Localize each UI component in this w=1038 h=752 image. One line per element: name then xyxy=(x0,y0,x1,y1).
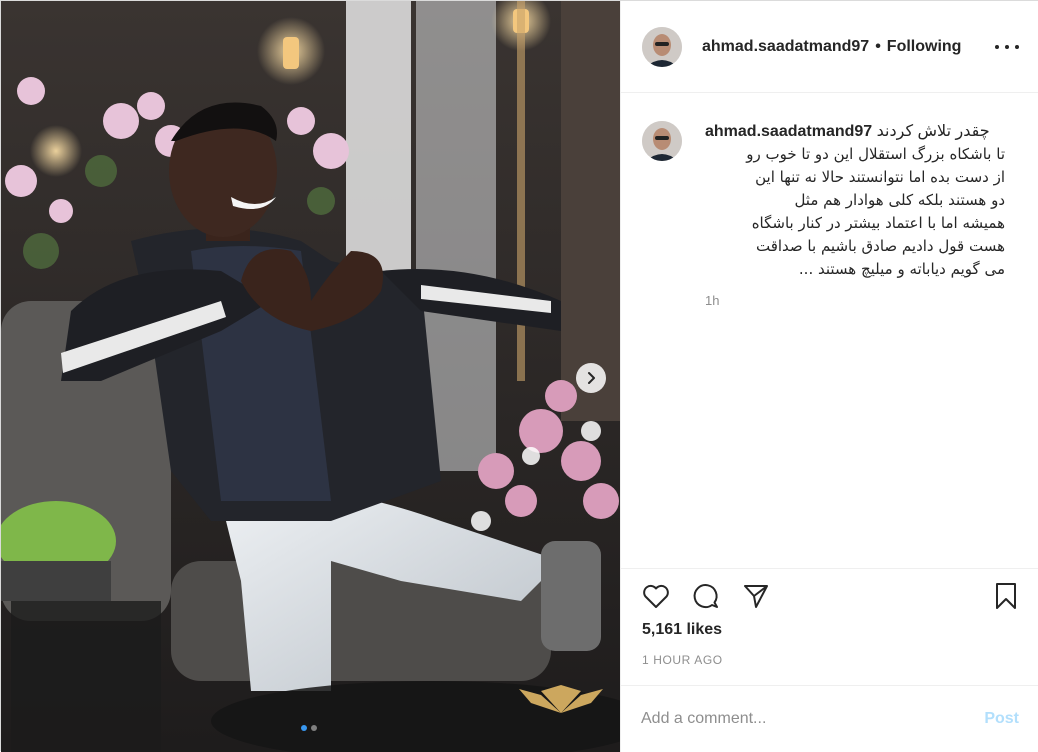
post-photo[interactable] xyxy=(1,1,620,752)
likes-count[interactable]: 5,161 likes xyxy=(642,621,722,639)
heart-icon xyxy=(643,584,669,608)
post-timestamp[interactable]: 1 HOUR AGO xyxy=(642,653,723,667)
caption-body: ahmad.saadatmand97 چقدر تلاش کردند تا با… xyxy=(705,121,1005,308)
chevron-right-icon xyxy=(588,372,595,384)
post-side-panel: ahmad.saadatmand97 • Following ahmad.saa… xyxy=(620,1,1038,752)
more-dot xyxy=(995,45,999,49)
carousel-indicator xyxy=(301,725,317,731)
caption-first-line: ahmad.saadatmand97 چقدر تلاش کردند xyxy=(705,121,1005,143)
caption-line: هست قول دادیم صادق باشیم با صداقت xyxy=(755,237,1005,255)
caption-line: همیشه اما با اعتماد بیشتر در کنار باشگاه xyxy=(751,214,1005,232)
caption-line: تا باشکاه بزرگ استقلال این دو تا خوب رو xyxy=(746,145,1005,163)
header-separator: • xyxy=(875,37,881,55)
caption-line: دو هستند بلکه کلی هوادار هم مثل xyxy=(794,191,1005,209)
bookmark-icon xyxy=(996,583,1016,609)
carousel-next-button[interactable] xyxy=(576,363,606,393)
comment-button[interactable] xyxy=(691,581,721,611)
following-button[interactable]: Following xyxy=(887,38,962,56)
more-dot xyxy=(1005,45,1009,49)
carousel-dot-active xyxy=(301,725,307,731)
comment-input[interactable] xyxy=(641,710,985,728)
caption-line: می گویم دیاباته و میلیچ هستند ... xyxy=(798,260,1005,278)
photo-scene xyxy=(1,1,620,752)
comment-icon xyxy=(693,584,718,608)
action-bar xyxy=(621,568,1038,620)
carousel-dot xyxy=(311,725,317,731)
like-button[interactable] xyxy=(641,581,671,611)
post-comment-button[interactable]: Post xyxy=(984,710,1019,728)
header-username-link[interactable]: ahmad.saadatmand97 xyxy=(702,38,869,56)
avatar-image xyxy=(642,121,682,161)
caption-text: تا باشکاه بزرگ استقلال این دو تا خوب رو … xyxy=(705,143,1005,281)
share-button[interactable] xyxy=(741,581,771,611)
avatar-image xyxy=(642,26,682,67)
caption-line: چقدر تلاش کردند xyxy=(876,123,990,140)
header-user-line: ahmad.saadatmand97 • Following xyxy=(702,38,961,56)
post-header: ahmad.saadatmand97 • Following xyxy=(621,1,1038,93)
more-options-icon[interactable] xyxy=(995,37,1019,57)
avatar[interactable] xyxy=(642,26,682,67)
post-modal: ahmad.saadatmand97 • Following ahmad.saa… xyxy=(0,0,1038,752)
more-dot xyxy=(1015,45,1019,49)
save-button[interactable] xyxy=(991,581,1021,611)
share-icon xyxy=(744,585,768,608)
caption-line: از دست بده اما نتوانستند حالا نه تنها ای… xyxy=(755,168,1005,186)
caption: ahmad.saadatmand97 چقدر تلاش کردند تا با… xyxy=(642,121,1022,308)
caption-avatar[interactable] xyxy=(642,121,682,161)
caption-username-link[interactable]: ahmad.saadatmand97 xyxy=(705,123,872,140)
caption-time-ago[interactable]: 1h xyxy=(705,293,1005,308)
comment-form: Post xyxy=(621,685,1038,752)
